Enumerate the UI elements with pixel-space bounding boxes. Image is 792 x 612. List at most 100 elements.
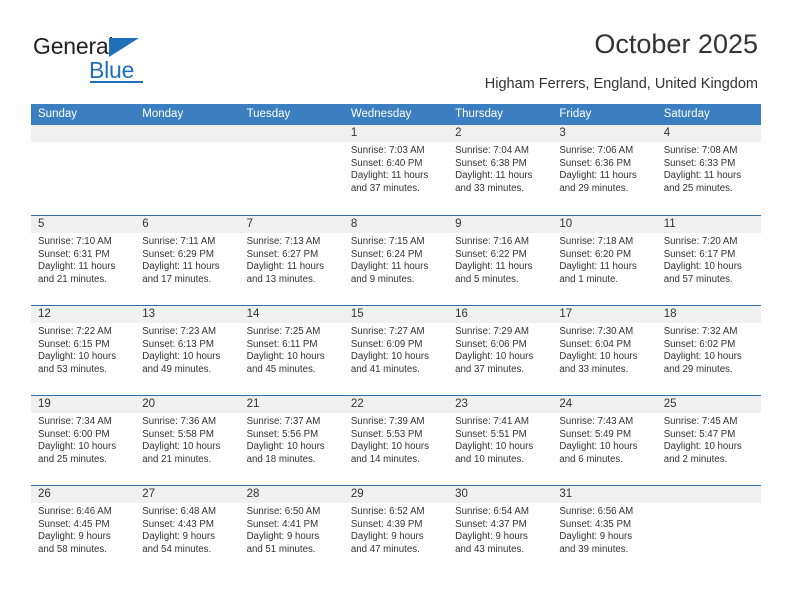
calendar-day-cell[interactable]: 26 Sunrise: 6:46 AM Sunset: 4:45 PM Dayligh…	[31, 486, 136, 575]
daylight-text-line2: and 29 minutes.	[663, 363, 733, 375]
calendar-day-cell[interactable]: 30 Sunrise: 6:54 AM Sunset: 4:37 PM Dayligh…	[448, 486, 553, 575]
day-number: 24	[559, 398, 573, 410]
sunrise-text: Sunrise: 7:29 AM	[455, 326, 529, 337]
day-number: 30	[455, 488, 468, 500]
calendar-day-cell[interactable]: 6 Sunrise: 7:11 AM Sunset: 6:29 PM Daylight…	[135, 216, 240, 305]
calendar-day-cell[interactable]: 11 Sunrise: 7:20 AM Sunset: 6:17 PM Dayligh…	[656, 216, 761, 305]
calendar-day-cell[interactable]: 15 Sunrise: 7:27 AM Sunset: 6:09 PM Dayligh…	[343, 306, 449, 395]
calendar-day-cell[interactable]: 25 Sunrise: 7:45 AM Sunset: 5:47 PM Dayligh…	[656, 396, 761, 485]
weekday-header-wednesday: Wednesday	[350, 108, 412, 120]
sunset-text: Sunset: 4:35 PM	[559, 518, 632, 530]
day-number: 2	[455, 127, 462, 139]
weekday-header-row: Sunday Monday Tuesday Wednesday Thursday…	[31, 104, 761, 125]
sunrise-text: Sunrise: 7:04 AM	[455, 145, 529, 156]
sunrise-text: Sunrise: 7:20 AM	[663, 236, 738, 247]
calendar-day-cell[interactable]: 3 Sunrise: 7:06 AM Sunset: 6:36 PM Daylight…	[552, 125, 657, 215]
day-number-band	[448, 216, 553, 233]
calendar-day-cell[interactable]: 4 Sunrise: 7:08 AM Sunset: 6:33 PM Daylight…	[656, 125, 761, 215]
daylight-text-line2: and 51 minutes.	[246, 543, 316, 555]
day-number: 15	[350, 308, 364, 320]
calendar-week-row: 5 Sunrise: 7:10 AM Sunset: 6:31 PM Daylight…	[31, 215, 761, 305]
sunset-text: Sunset: 6:38 PM	[455, 157, 527, 169]
day-sun-info: Sunrise: 7:30 AM Sunset: 6:04 PM Daylight:…	[559, 326, 652, 376]
calendar-day-cell[interactable]: 13 Sunrise: 7:23 AM Sunset: 6:13 PM Dayligh…	[135, 306, 240, 395]
day-number: 6	[142, 218, 149, 230]
daylight-text-line1: Daylight: 11 hours	[455, 170, 533, 182]
day-number-band	[239, 125, 344, 142]
calendar-day-cell[interactable]: 2 Sunrise: 7:04 AM Sunset: 6:38 PM Daylight…	[448, 125, 553, 215]
daylight-text-line1: Daylight: 10 hours	[663, 351, 742, 363]
sunrise-text: Sunrise: 7:27 AM	[350, 326, 425, 337]
sunrise-text: Sunrise: 7:16 AM	[455, 236, 529, 247]
sunrise-text: Sunrise: 7:13 AM	[246, 236, 321, 247]
day-sun-info: Sunrise: 7:25 AM Sunset: 6:11 PM Daylight:…	[247, 326, 340, 376]
daylight-text-line2: and 37 minutes.	[455, 363, 525, 375]
sunset-text: Sunset: 4:37 PM	[455, 518, 527, 530]
weekday-header-friday: Friday	[559, 108, 592, 120]
daylight-text-line1: Daylight: 10 hours	[559, 351, 638, 363]
daylight-text-line2: and 6 minutes.	[559, 453, 623, 465]
daylight-text-line2: and 1 minute.	[559, 273, 619, 285]
calendar-day-cell[interactable]: 20 Sunrise: 7:36 AM Sunset: 5:58 PM Dayligh…	[135, 396, 240, 485]
day-number-band	[343, 125, 449, 142]
daylight-text-line2: and 33 minutes.	[455, 182, 525, 194]
daylight-text-line1: Daylight: 10 hours	[455, 441, 534, 453]
day-number-band	[135, 125, 240, 142]
sunset-text: Sunset: 6:17 PM	[663, 248, 736, 260]
calendar-day-cell[interactable]: 28 Sunrise: 6:50 AM Sunset: 4:41 PM Dayligh…	[239, 486, 344, 575]
sunset-text: Sunset: 6:24 PM	[350, 248, 423, 260]
calendar-day-cell[interactable]: 22 Sunrise: 7:39 AM Sunset: 5:53 PM Dayligh…	[343, 396, 449, 485]
calendar-day-cell[interactable]: 21 Sunrise: 7:37 AM Sunset: 5:56 PM Dayligh…	[239, 396, 344, 485]
day-number: 4	[663, 127, 671, 139]
daylight-text-line1: Daylight: 10 hours	[350, 441, 429, 453]
day-number: 22	[350, 398, 364, 410]
daylight-text-line2: and 53 minutes.	[38, 363, 107, 375]
sunrise-text: Sunrise: 7:15 AM	[350, 236, 425, 247]
sunset-text: Sunset: 5:56 PM	[246, 428, 319, 440]
calendar-day-cell-empty	[31, 125, 136, 215]
day-number: 26	[38, 488, 51, 500]
calendar-day-cell[interactable]: 9 Sunrise: 7:16 AM Sunset: 6:22 PM Daylight…	[448, 216, 553, 305]
calendar-day-cell[interactable]: 23 Sunrise: 7:41 AM Sunset: 5:51 PM Dayligh…	[448, 396, 553, 485]
weekday-header-thursday: Thursday	[455, 108, 504, 120]
calendar-day-cell[interactable]: 27 Sunrise: 6:48 AM Sunset: 4:43 PM Dayligh…	[135, 486, 240, 575]
calendar-day-cell[interactable]: 29 Sunrise: 6:52 AM Sunset: 4:39 PM Dayligh…	[343, 486, 449, 575]
calendar-day-cell[interactable]: 24 Sunrise: 7:43 AM Sunset: 5:49 PM Dayligh…	[552, 396, 657, 485]
daylight-text-line2: and 39 minutes.	[559, 543, 629, 555]
sunrise-text: Sunrise: 7:36 AM	[142, 416, 217, 427]
calendar-day-cell[interactable]: 5 Sunrise: 7:10 AM Sunset: 6:31 PM Daylight…	[31, 216, 136, 305]
day-sun-info: Sunrise: 7:32 AM Sunset: 6:02 PM Daylight:…	[664, 326, 757, 376]
sunset-text: Sunset: 6:09 PM	[350, 338, 423, 350]
calendar-day-cell[interactable]: 12 Sunrise: 7:22 AM Sunset: 6:15 PM Dayligh…	[31, 306, 136, 395]
calendar-week-row: 19 Sunrise: 7:34 AM Sunset: 6:00 PM Dayligh…	[31, 395, 761, 485]
calendar-day-cell[interactable]: 16 Sunrise: 7:29 AM Sunset: 6:06 PM Dayligh…	[448, 306, 553, 395]
daylight-text-line1: Daylight: 9 hours	[350, 531, 424, 543]
calendar-day-cell[interactable]: 7 Sunrise: 7:13 AM Sunset: 6:27 PM Daylight…	[239, 216, 344, 305]
day-sun-info: Sunrise: 6:46 AM Sunset: 4:45 PM Daylight:…	[38, 506, 131, 556]
sunset-text: Sunset: 5:51 PM	[455, 428, 527, 440]
day-number-band	[656, 125, 761, 142]
calendar-week-row: 1 Sunrise: 7:03 AM Sunset: 6:40 PM Daylight…	[31, 125, 761, 215]
general-blue-logo[interactable]: General Blue	[33, 33, 183, 85]
sunrise-text: Sunrise: 6:54 AM	[455, 506, 529, 517]
day-number: 25	[663, 398, 677, 410]
daylight-text-line2: and 25 minutes.	[38, 453, 107, 465]
day-number: 29	[350, 488, 364, 500]
sunset-text: Sunset: 6:31 PM	[38, 248, 110, 260]
day-number-band	[135, 216, 240, 233]
calendar-day-cell[interactable]: 8 Sunrise: 7:15 AM Sunset: 6:24 PM Daylight…	[343, 216, 449, 305]
daylight-text-line1: Daylight: 10 hours	[38, 351, 117, 363]
calendar-day-cell[interactable]: 18 Sunrise: 7:32 AM Sunset: 6:02 PM Dayligh…	[656, 306, 761, 395]
calendar-day-cell[interactable]: 14 Sunrise: 7:25 AM Sunset: 6:11 PM Dayligh…	[239, 306, 344, 395]
day-number: 10	[559, 218, 573, 230]
calendar-day-cell[interactable]: 17 Sunrise: 7:30 AM Sunset: 6:04 PM Dayligh…	[552, 306, 657, 395]
calendar-day-cell[interactable]: 31 Sunrise: 6:56 AM Sunset: 4:35 PM Dayligh…	[552, 486, 657, 575]
sunrise-text: Sunrise: 7:23 AM	[142, 326, 217, 337]
day-number: 8	[350, 218, 358, 230]
calendar-day-cell[interactable]: 19 Sunrise: 7:34 AM Sunset: 6:00 PM Dayligh…	[31, 396, 136, 485]
calendar-day-cell[interactable]: 10 Sunrise: 7:18 AM Sunset: 6:20 PM Dayligh…	[552, 216, 657, 305]
calendar-day-cell[interactable]: 1 Sunrise: 7:03 AM Sunset: 6:40 PM Daylight…	[343, 125, 449, 215]
day-number: 13	[142, 308, 156, 320]
calendar-page: General Blue October 2025 Higham Ferrers…	[0, 0, 792, 612]
daylight-text-line1: Daylight: 9 hours	[246, 531, 320, 543]
